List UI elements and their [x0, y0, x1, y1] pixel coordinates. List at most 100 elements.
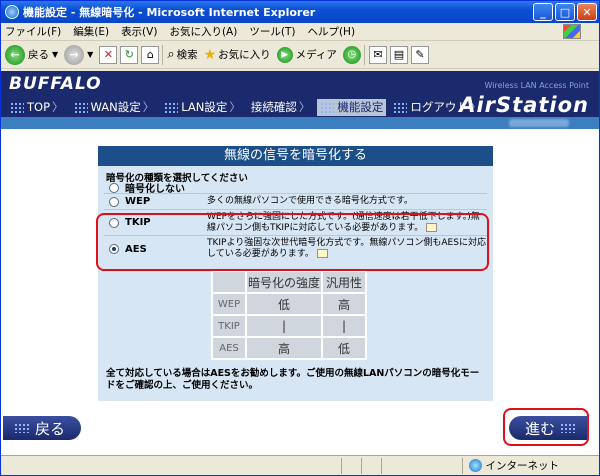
- nav-connection-check[interactable]: 接続確認〉: [248, 99, 314, 116]
- browser-window: 機能設定 - 無線暗号化 - Microsoft Internet Explor…: [0, 0, 600, 476]
- print-icon[interactable]: ▤: [389, 45, 408, 64]
- blurred-info: [509, 119, 569, 127]
- dots-icon: [393, 101, 408, 113]
- menu-view[interactable]: 表示(V): [121, 24, 157, 39]
- menu-bar: ファイル(F) 編集(E) 表示(V) お気に入り(A) ツール(T) ヘルプ(…: [1, 23, 599, 41]
- toolbar-separator: [363, 44, 365, 65]
- status-bar: インターネット: [1, 455, 599, 475]
- nav-feature-settings[interactable]: 機能設定: [317, 98, 387, 116]
- next-button[interactable]: 進む: [509, 416, 587, 440]
- mail-icon[interactable]: ✉: [368, 45, 387, 64]
- back-nav-label: 戻る: [28, 49, 49, 61]
- table-row-label: WEP: [211, 292, 247, 316]
- edit-icon[interactable]: ✎: [410, 45, 429, 64]
- chevron-right-icon: 〉: [142, 100, 155, 114]
- menu-help[interactable]: ヘルプ(H): [307, 24, 355, 39]
- ie-icon: [5, 5, 19, 19]
- media-icon: ▶: [276, 46, 293, 63]
- menu-file[interactable]: ファイル(F): [5, 24, 61, 39]
- favorites-button[interactable]: ★ お気に入り: [204, 47, 271, 63]
- panel-title: 無線の信号を暗号化する: [98, 146, 493, 166]
- globe-icon: [468, 459, 482, 472]
- menu-edit[interactable]: 編集(E): [73, 24, 109, 39]
- nav-wan-label: WAN設定: [90, 100, 141, 114]
- stop-icon[interactable]: ✕: [99, 45, 118, 64]
- header-strip: [1, 117, 599, 129]
- toolbar: ← 戻る ▼ → ▼ ✕ ↻ ⌂ ⌕ 検索 ★ お気に入り ▶ メディア ◷ ✉…: [1, 41, 599, 69]
- option-wep[interactable]: WEP 多くの無線パソコンで使用できる暗号化方式です。: [104, 194, 487, 210]
- chevron-right-icon: 〉: [52, 100, 64, 114]
- dots-icon: [10, 101, 24, 113]
- favorites-label: お気に入り: [218, 49, 271, 61]
- toolbar-separator: [162, 44, 164, 65]
- table-cell: 低: [245, 292, 323, 316]
- table-header: 汎用性: [321, 270, 367, 294]
- status-cell: [381, 457, 401, 474]
- option-desc: 多くの無線パソコンで使用できる暗号化方式です。: [207, 196, 413, 206]
- table-header: 暗号化の強度: [245, 270, 323, 294]
- table-cell: |: [321, 314, 367, 338]
- next-button-label: 進む: [524, 419, 555, 438]
- refresh-icon[interactable]: ↻: [120, 45, 139, 64]
- back-arrow-icon: ←: [5, 44, 25, 65]
- search-label: 検索: [176, 49, 198, 61]
- dots-icon: [14, 423, 30, 433]
- main-nav: TOP 〉 WAN設定〉 LAN設定〉 接続確認〉 機能設定 ログアウト〉 Air…: [1, 93, 599, 117]
- back-nav-button[interactable]: ← 戻る ▼: [5, 44, 58, 65]
- window-title: 機能設定 - 無線暗号化 - Microsoft Internet Explor…: [23, 6, 316, 19]
- table-cell: |: [245, 314, 323, 338]
- table-cell: 高: [321, 292, 367, 316]
- nav-top[interactable]: TOP 〉: [7, 99, 67, 116]
- radio-wep[interactable]: [109, 196, 119, 207]
- zone-label: インターネット: [485, 460, 560, 472]
- chevron-right-icon: 〉: [229, 100, 241, 114]
- option-name: 暗号化しない: [125, 184, 185, 195]
- nav-wan[interactable]: WAN設定〉: [71, 99, 158, 116]
- security-zone: インターネット: [461, 457, 600, 474]
- home-icon[interactable]: ⌂: [141, 45, 160, 64]
- chevron-right-icon: 〉: [298, 100, 311, 114]
- dropdown-arrow-icon[interactable]: ▼: [52, 50, 58, 59]
- comparison-table: 暗号化の強度 汎用性 WEP 低 高 TKIP | | AES 高 低: [211, 270, 367, 360]
- radio-none[interactable]: [109, 182, 119, 193]
- nav-top-label: TOP: [27, 100, 51, 114]
- back-button-label: 戻る: [35, 419, 66, 438]
- table-cell: 低: [321, 336, 367, 360]
- star-icon: ★: [203, 46, 217, 63]
- recommendation-text: 全て対応している場合はAESをお勧めします。ご使用の無線LANパソコンの暗号化モ…: [106, 368, 480, 391]
- status-cell: [361, 457, 381, 474]
- option-none[interactable]: 暗号化しない: [104, 182, 487, 195]
- back-button[interactable]: 戻る: [3, 416, 81, 440]
- nav-lan-label: LAN設定: [181, 100, 228, 114]
- table-cell: 高: [245, 336, 323, 360]
- dots-icon: [320, 101, 335, 113]
- buffalo-logo: BUFFALO: [9, 74, 102, 94]
- table-row-label: TKIP: [211, 314, 247, 338]
- forward-nav-button[interactable]: → ▼: [64, 44, 93, 65]
- menu-favorites[interactable]: お気に入り(A): [169, 24, 237, 39]
- close-button[interactable]: ✕: [577, 3, 597, 21]
- search-icon: ⌕: [167, 47, 175, 62]
- dots-icon: [164, 101, 179, 113]
- media-button[interactable]: ▶ メディア: [276, 46, 337, 63]
- menu-tools[interactable]: ツール(T): [249, 24, 295, 39]
- minimize-button[interactable]: _: [533, 3, 553, 21]
- nav-lan[interactable]: LAN設定〉: [161, 99, 244, 116]
- dropdown-arrow-icon[interactable]: ▼: [87, 50, 93, 59]
- dots-icon: [560, 423, 576, 433]
- search-button[interactable]: ⌕ 検索: [167, 47, 197, 62]
- status-cell: [341, 457, 361, 474]
- windows-flag-icon: [563, 24, 581, 39]
- table-row-label: AES: [211, 336, 247, 360]
- nav-connection-check-label: 接続確認: [250, 100, 297, 114]
- maximize-button[interactable]: □: [555, 3, 575, 21]
- brand-subtitle: Wireless LAN Access Point: [484, 81, 589, 90]
- media-label: メディア: [295, 49, 337, 61]
- history-icon[interactable]: ◷: [342, 45, 361, 64]
- encryption-panel: 無線の信号を暗号化する 暗号化の種類を選択してください 暗号化しない WEP 多…: [98, 146, 493, 401]
- airstation-logo: AirStation: [459, 93, 589, 117]
- dots-icon: [73, 101, 88, 113]
- nav-feature-settings-label: 機能設定: [337, 100, 384, 114]
- forward-arrow-icon: →: [64, 44, 85, 65]
- highlight-box: [96, 213, 489, 271]
